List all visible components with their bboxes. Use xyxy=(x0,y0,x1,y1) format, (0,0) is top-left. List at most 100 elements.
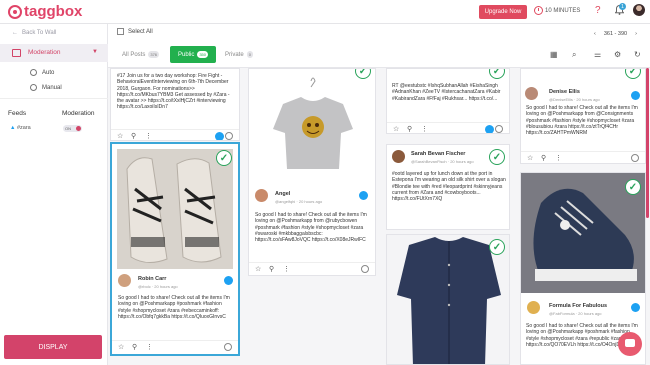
tab-public[interactable]: Public 350 xyxy=(170,46,216,63)
pin-icon[interactable]: ⚲ xyxy=(131,132,136,140)
star-icon[interactable]: ☆ xyxy=(255,265,261,273)
pager-range: 361 - 390 xyxy=(603,31,628,37)
user-handle-time: @DeniseEllis · 20 hours ago xyxy=(549,97,600,102)
user-handle-time: @angelfqhi · 20 hours ago xyxy=(275,199,323,204)
tab-count: 350 xyxy=(197,51,209,58)
toggle-label: ON xyxy=(65,126,71,131)
user-avatar xyxy=(525,87,538,100)
twitter-icon xyxy=(631,91,640,100)
manual-icon xyxy=(30,84,37,91)
pin-icon[interactable]: ⚲ xyxy=(407,125,412,133)
user-handle-time: @rbolc · 20 hours ago xyxy=(138,284,178,289)
more-icon[interactable]: ⋮ xyxy=(146,343,153,351)
post-card[interactable]: ✓ RT @eestubstc #IshqSubhanAllah #EishaS… xyxy=(386,68,510,134)
tab-label: Private xyxy=(225,51,244,58)
chat-widget-icon[interactable] xyxy=(618,332,642,356)
user-name: Angel xyxy=(275,191,291,197)
twitter-icon xyxy=(631,303,640,312)
help-icon[interactable]: ? xyxy=(595,5,601,16)
star-icon[interactable]: ☆ xyxy=(117,132,123,140)
tab-label: All Posts xyxy=(122,51,146,58)
grid-view-icon[interactable]: ▦ xyxy=(550,50,558,59)
more-icon[interactable]: ⋮ xyxy=(283,265,290,273)
post-card[interactable]: ✓ Denise Ellis @DeniseEllis · 20 hours a… xyxy=(520,68,646,164)
taggbox-logo[interactable]: taggbox xyxy=(8,3,82,20)
settings-icon[interactable]: ⚙ xyxy=(614,50,621,59)
more-icon[interactable]: ⋮ xyxy=(555,154,562,162)
more-icon[interactable]: ⋮ xyxy=(145,132,152,140)
star-icon[interactable]: ☆ xyxy=(118,343,124,351)
moderation-icon xyxy=(12,49,21,57)
user-name: Denise Ellis xyxy=(549,89,580,95)
approved-check-icon[interactable]: ✓ xyxy=(489,149,505,165)
trial-timer: 10 MINUTES xyxy=(534,6,580,15)
notification-badge: 1 xyxy=(619,3,626,10)
upgrade-button[interactable]: Upgrade Now xyxy=(479,5,527,19)
approved-check-icon[interactable]: ✓ xyxy=(216,150,232,166)
sidebar-subitem-auto[interactable]: Auto xyxy=(30,69,54,76)
twitter-icon xyxy=(224,276,233,285)
card-footer: ☆ ⚲ ⋮ xyxy=(249,262,375,274)
user-handle-time: @SarahBevanFisch · 20 hours ago xyxy=(411,159,474,164)
user-avatar[interactable] xyxy=(633,4,645,16)
select-circle[interactable] xyxy=(225,132,233,140)
user-name: Formula For Fabulous xyxy=(549,303,608,309)
sidebar-item-moderation[interactable]: Moderation ▼ xyxy=(0,44,108,62)
card-footer: ☆ ⚲ ⋮ xyxy=(112,340,238,352)
twitter-icon: ▲ xyxy=(10,125,16,131)
post-card[interactable]: ✓ xyxy=(386,234,510,365)
tab-private[interactable]: Private 0 xyxy=(225,46,253,63)
display-button[interactable]: DISPLAY xyxy=(4,335,102,359)
back-label: Back To Wall xyxy=(22,30,57,36)
post-text: So good I had to share! Check out all th… xyxy=(526,105,638,137)
user-avatar xyxy=(255,189,268,202)
star-icon[interactable]: ☆ xyxy=(393,125,399,133)
post-card[interactable]: Sarah Bevan Fischer @SarahBevanFisch · 2… xyxy=(386,144,510,230)
select-all[interactable]: Select All xyxy=(117,28,153,35)
select-circle[interactable] xyxy=(361,265,369,273)
post-card[interactable]: #17 Join us for a two day workshop: Fire… xyxy=(110,68,240,141)
approved-check-icon[interactable]: ✓ xyxy=(489,69,505,79)
approved-check-icon[interactable]: ✓ xyxy=(489,239,505,255)
post-card-selected[interactable]: ✓ Robin Carr @rbolc · 20 hours ago So go… xyxy=(110,142,240,356)
caret-down-icon: ▼ xyxy=(92,49,98,55)
sidebar-subitem-manual[interactable]: Manual xyxy=(30,84,62,91)
feeds-heading: Feeds xyxy=(8,110,27,117)
pin-icon[interactable]: ⚲ xyxy=(269,265,274,273)
refresh-icon[interactable]: ↻ xyxy=(634,50,641,59)
post-image xyxy=(253,69,373,181)
approved-check-icon[interactable]: ✓ xyxy=(625,179,641,195)
moderation-toggle[interactable]: ON xyxy=(63,125,82,132)
more-icon[interactable]: ⋮ xyxy=(421,125,428,133)
next-page-icon[interactable]: › xyxy=(635,31,637,37)
select-all-checkbox[interactable] xyxy=(117,28,124,35)
select-circle[interactable] xyxy=(631,154,639,162)
tab-all-posts[interactable]: All Posts 376 xyxy=(122,46,160,63)
user-avatar xyxy=(527,301,540,314)
top-bar: taggbox Upgrade Now 10 MINUTES ? 1 xyxy=(0,0,650,24)
select-circle[interactable] xyxy=(495,125,503,133)
prev-page-icon[interactable]: ‹ xyxy=(594,31,596,37)
star-icon[interactable]: ☆ xyxy=(527,154,533,162)
search-icon[interactable]: ⌕ xyxy=(572,50,576,60)
card-footer: ☆ ⚲ ⋮ xyxy=(111,129,239,140)
post-text: #ootd layered up for lunch down at the p… xyxy=(392,171,506,203)
back-to-wall-link[interactable]: ← Back To Wall xyxy=(12,30,56,36)
pin-icon[interactable]: ⚲ xyxy=(541,154,546,162)
tab-label: Public xyxy=(177,51,195,58)
sidebar: ← Back To Wall Moderation ▼ Auto Manual … xyxy=(0,24,108,365)
feed-item-zara[interactable]: ▲ #zara xyxy=(10,125,31,131)
select-circle[interactable] xyxy=(224,343,232,351)
logo-icon xyxy=(8,4,22,19)
filter-icon[interactable]: ⚌ xyxy=(594,50,601,59)
post-image xyxy=(387,235,509,364)
scrollbar[interactable] xyxy=(646,68,649,218)
user-avatar xyxy=(118,274,131,287)
toggle-knob xyxy=(76,126,81,131)
approved-check-icon[interactable]: ✓ xyxy=(625,69,641,79)
auto-icon xyxy=(30,69,37,76)
feed-name: #zara xyxy=(16,125,31,131)
post-card[interactable]: ✓ Angel @angelfqhi · 20 hours ago So goo… xyxy=(248,68,376,276)
post-text: So good I had to share! Check out all th… xyxy=(118,295,230,320)
pin-icon[interactable]: ⚲ xyxy=(132,343,137,351)
